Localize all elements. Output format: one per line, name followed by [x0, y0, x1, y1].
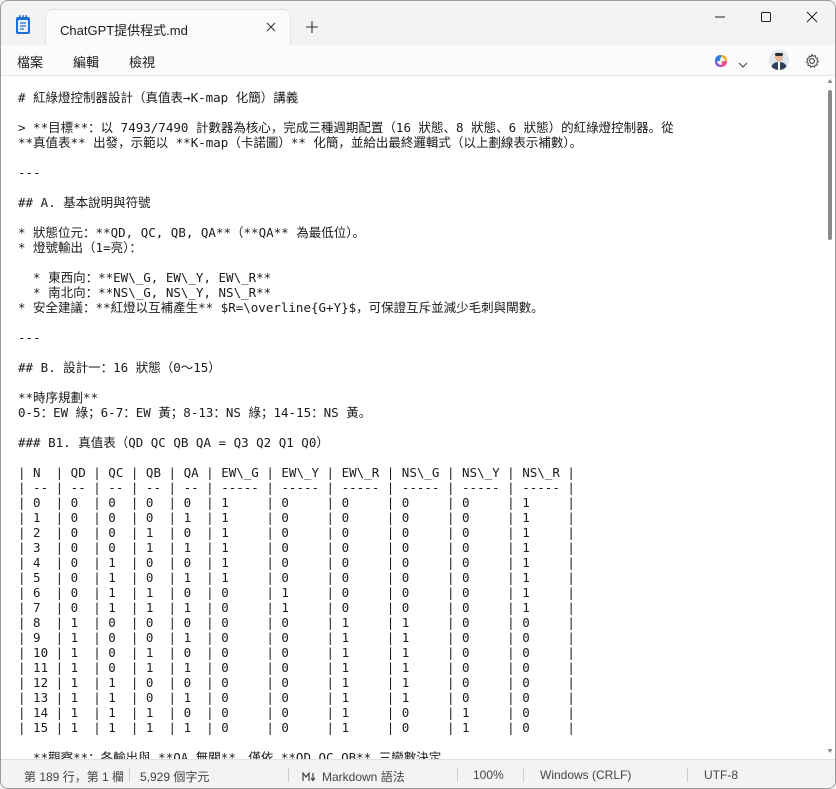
status-divider: [523, 768, 524, 782]
character-count: 5,929 個字元: [140, 770, 210, 784]
maximize-icon: [761, 12, 771, 22]
notepad-window: ChatGPT提供程式.md 檔案 編輯 檢視 # 紅綠燈控制器設計（真值表→K…: [0, 0, 836, 789]
encoding[interactable]: UTF-8: [704, 768, 738, 782]
text-line[interactable]: 0-5：EW 綠；6-7：EW 黃；8-13：NS 綠；14-15：NS 黃。: [18, 405, 824, 420]
minimize-button[interactable]: [697, 1, 743, 33]
title-bar: ChatGPT提供程式.md: [1, 1, 835, 46]
syntax-label: Markdown 語法: [322, 770, 405, 784]
status-divider: [457, 768, 458, 782]
text-line[interactable]: # 紅綠燈控制器設計（真值表→K-map 化簡）講義: [18, 90, 824, 105]
settings-gear-icon[interactable]: [804, 53, 820, 69]
text-line[interactable]: | 4 | 0 | 1 | 0 | 0 | 1 | 0 | 0 | 0 | 0 …: [18, 555, 824, 570]
text-line[interactable]: | N | QD | QC | QB | QA | EW\_G | EW\_Y …: [18, 465, 824, 480]
text-editor[interactable]: # 紅綠燈控制器設計（真值表→K-map 化簡）講義 > **目標**：以 749…: [1, 76, 835, 760]
status-bar: 第 189 行，第 1 欄 5,929 個字元 Markdown 語法 100%…: [1, 759, 835, 788]
text-line[interactable]: | 13 | 1 | 1 | 0 | 1 | 0 | 0 | 1 | 1 | 0…: [18, 690, 824, 705]
text-line[interactable]: [18, 255, 824, 270]
menu-bar: 檔案 編輯 檢視: [1, 45, 835, 76]
text-line[interactable]: [18, 150, 824, 165]
status-divider: [288, 768, 289, 782]
close-window-button[interactable]: [789, 1, 835, 33]
text-line[interactable]: | 9 | 1 | 0 | 0 | 1 | 0 | 0 | 1 | 1 | 0 …: [18, 630, 824, 645]
text-line[interactable]: | 0 | 0 | 0 | 0 | 0 | 1 | 0 | 0 | 0 | 0 …: [18, 495, 824, 510]
text-line[interactable]: * 南北向：**NS\_G, NS\_Y, NS\_R**: [18, 285, 824, 300]
menu-edit[interactable]: 編輯: [73, 52, 99, 71]
cursor-position: 第 189 行，第 1 欄: [24, 770, 125, 784]
text-line[interactable]: | 7 | 0 | 1 | 1 | 1 | 0 | 1 | 0 | 0 | 0 …: [18, 600, 824, 615]
notepad-app-icon: [15, 15, 31, 35]
text-line[interactable]: | 11 | 1 | 0 | 1 | 1 | 0 | 0 | 1 | 1 | 0…: [18, 660, 824, 675]
scroll-down-arrow-icon[interactable]: [827, 748, 833, 754]
text-line[interactable]: * 東西向：**EW\_G, EW\_Y, EW\_R**: [18, 270, 824, 285]
text-line[interactable]: [18, 735, 824, 750]
text-line[interactable]: ### B1. 真值表（QD QC QB QA = Q3 Q2 Q1 Q0）: [18, 435, 824, 450]
new-tab-plus-icon[interactable]: [303, 18, 321, 36]
line-ending[interactable]: Windows (CRLF): [540, 768, 631, 782]
status-divider: [129, 768, 130, 782]
tab-document[interactable]: ChatGPT提供程式.md: [45, 9, 291, 46]
text-line[interactable]: | 6 | 0 | 1 | 1 | 0 | 0 | 1 | 0 | 0 | 0 …: [18, 585, 824, 600]
text-line[interactable]: [18, 180, 824, 195]
text-line[interactable]: [18, 450, 824, 465]
minimize-icon: [715, 16, 725, 18]
text-line[interactable]: [18, 105, 824, 120]
close-tab-icon[interactable]: [264, 20, 278, 34]
text-line[interactable]: ## A. 基本說明與符號: [18, 195, 824, 210]
text-line[interactable]: **真值表** 出發，示範以 **K-map（卡諾圖）** 化簡，並給出最終邏輯…: [18, 135, 824, 150]
text-line[interactable]: | 3 | 0 | 0 | 1 | 1 | 1 | 0 | 0 | 0 | 0 …: [18, 540, 824, 555]
text-line[interactable]: * 狀態位元：**QD, QC, QB, QA**（**QA** 為最低位）。: [18, 225, 824, 240]
menu-file[interactable]: 檔案: [17, 52, 43, 71]
text-line[interactable]: | 14 | 1 | 1 | 1 | 0 | 0 | 0 | 1 | 0 | 1…: [18, 705, 824, 720]
chevron-down-icon[interactable]: [738, 56, 748, 68]
menu-view[interactable]: 檢視: [129, 52, 155, 71]
tab-title: ChatGPT提供程式.md: [60, 23, 188, 38]
text-line[interactable]: | 2 | 0 | 0 | 1 | 0 | 1 | 0 | 0 | 0 | 0 …: [18, 525, 824, 540]
copilot-icon[interactable]: [712, 52, 730, 70]
syntax-mode[interactable]: Markdown 語法: [302, 768, 405, 785]
vertical-scrollbar[interactable]: [827, 78, 833, 754]
text-line[interactable]: | 10 | 1 | 0 | 1 | 0 | 0 | 0 | 1 | 1 | 0…: [18, 645, 824, 660]
status-divider: [687, 768, 688, 782]
text-line[interactable]: [18, 420, 824, 435]
text-line[interactable]: [18, 210, 824, 225]
scrollbar-thumb[interactable]: [828, 90, 832, 240]
text-line[interactable]: ## B. 設計一：16 狀態（0～15）: [18, 360, 824, 375]
text-line[interactable]: | 8 | 1 | 0 | 0 | 0 | 0 | 0 | 1 | 1 | 0 …: [18, 615, 824, 630]
text-line[interactable]: | 15 | 1 | 1 | 1 | 1 | 0 | 0 | 1 | 0 | 1…: [18, 720, 824, 735]
text-line[interactable]: **時序規劃**: [18, 390, 824, 405]
text-line[interactable]: | -- | -- | -- | -- | -- | ----- | -----…: [18, 480, 824, 495]
text-line[interactable]: [18, 315, 824, 330]
text-line[interactable]: [18, 345, 824, 360]
markdown-icon: [302, 772, 316, 782]
text-line[interactable]: | 5 | 0 | 1 | 0 | 1 | 1 | 0 | 0 | 0 | 0 …: [18, 570, 824, 585]
text-line[interactable]: | 1 | 0 | 0 | 0 | 1 | 1 | 0 | 0 | 0 | 0 …: [18, 510, 824, 525]
zoom-level[interactable]: 100%: [473, 768, 504, 782]
text-line[interactable]: * 燈號輸出（1=亮）：: [18, 240, 824, 255]
editor-content[interactable]: # 紅綠燈控制器設計（真值表→K-map 化簡）講義 > **目標**：以 749…: [18, 90, 824, 760]
text-line[interactable]: ---: [18, 330, 824, 345]
avatar[interactable]: [769, 50, 789, 70]
text-line[interactable]: [18, 375, 824, 390]
text-line[interactable]: ---: [18, 165, 824, 180]
scroll-up-arrow-icon[interactable]: [827, 78, 833, 84]
close-icon: [806, 11, 818, 23]
text-line[interactable]: * 安全建議：**紅燈以互補產生** $R=\overline{G+Y}$，可保…: [18, 300, 824, 315]
maximize-button[interactable]: [743, 1, 789, 33]
text-line[interactable]: | 12 | 1 | 1 | 0 | 0 | 0 | 0 | 1 | 1 | 0…: [18, 675, 824, 690]
text-line[interactable]: > **目標**：以 7493/7490 計數器為核心，完成三種週期配置（16 …: [18, 120, 824, 135]
